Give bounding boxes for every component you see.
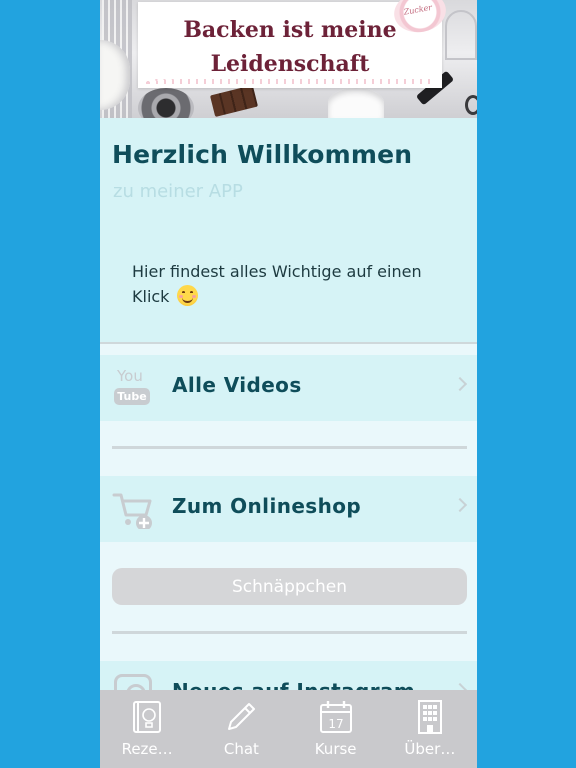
- calendar-day: 17: [328, 717, 343, 731]
- tab-rezepte[interactable]: Reze…: [100, 690, 194, 768]
- divider: [100, 342, 477, 344]
- bowl-decoration: [328, 88, 384, 118]
- tab-kurse[interactable]: 17 Kurse: [289, 690, 383, 768]
- chevron-right-icon: [452, 376, 468, 392]
- chevron-right-icon: [452, 497, 468, 513]
- baking-tin-decoration: [138, 88, 194, 118]
- videos-menu-item[interactable]: You Tube Alle Videos: [100, 355, 477, 421]
- pencil-icon: [228, 703, 256, 730]
- banner-card: Backen ist meine Leidenschaft Zucker: [138, 0, 450, 88]
- tab-label: Kurse: [314, 740, 357, 758]
- ring-decoration: [465, 95, 477, 115]
- tab-label: Chat: [223, 740, 259, 758]
- youtube-icon: You Tube: [113, 367, 151, 407]
- divider: [112, 631, 467, 634]
- welcome-text: Hier findest alles Wichtige auf einen Kl…: [132, 262, 422, 306]
- app-screen: Backen ist meine Leidenschaft Zucker Her…: [100, 0, 477, 768]
- onlineshop-label: Zum Onlineshop: [172, 494, 362, 518]
- welcome-title: Herzlich Willkommen: [112, 140, 413, 169]
- chocolate-decoration: [209, 85, 259, 117]
- smiley-emoji-icon: [176, 285, 198, 306]
- recipe-book-icon: [133, 701, 162, 733]
- welcome-text-block: Hier findest alles Wichtige auf einen Kl…: [132, 259, 452, 309]
- videos-label: Alle Videos: [172, 373, 302, 397]
- cart-icon: [112, 493, 152, 529]
- tab-label: Reze…: [121, 740, 173, 758]
- building-icon: [417, 700, 442, 734]
- onlineshop-menu-item[interactable]: Zum Onlineshop: [100, 476, 477, 542]
- whisk-decoration: [445, 10, 477, 60]
- welcome-subtitle: zu meiner APP: [113, 181, 243, 202]
- divider: [112, 446, 467, 449]
- calendar-icon: 17: [319, 701, 352, 733]
- bottom-tab-bar: Reze… Chat 17 Kurse Über…: [100, 690, 477, 768]
- welcome-section: Herzlich Willkommen zu meiner APP Hier f…: [100, 118, 477, 342]
- schnaeppchen-button[interactable]: Schnäppchen: [112, 568, 467, 605]
- header-banner: Backen ist meine Leidenschaft Zucker: [100, 0, 477, 118]
- tab-label: Über…: [404, 740, 456, 758]
- tab-ueber[interactable]: Über…: [383, 690, 477, 768]
- tab-chat[interactable]: Chat: [194, 690, 288, 768]
